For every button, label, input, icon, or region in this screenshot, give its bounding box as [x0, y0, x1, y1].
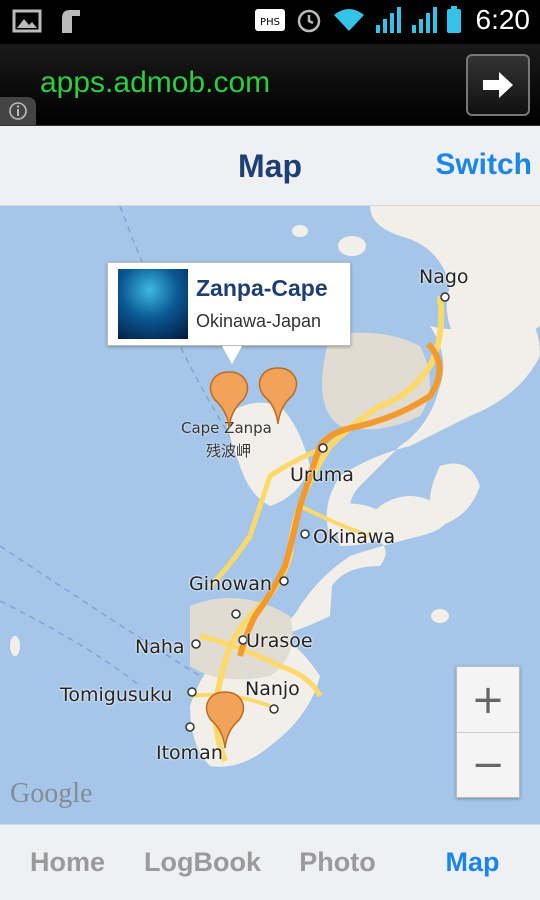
- city-label-nanjo: Nanjo: [245, 678, 300, 700]
- signal-icon: [411, 7, 437, 33]
- city-label-naha: Naha: [135, 636, 185, 658]
- ad-banner[interactable]: apps.admob.com: [0, 44, 540, 126]
- city-label-ginowan: Ginowan: [189, 573, 272, 595]
- gallery-icon: [12, 9, 42, 33]
- city-label-tomigusuku: Tomigusuku: [60, 684, 173, 706]
- map-pin-icon[interactable]: [258, 366, 298, 426]
- phs-label: PHS: [260, 17, 280, 28]
- wifi-icon: [333, 9, 364, 31]
- tab-home[interactable]: Home: [0, 825, 135, 900]
- header-bar: Map Switch: [0, 126, 540, 206]
- tab-photo[interactable]: Photo: [270, 825, 405, 900]
- map-pin-icon[interactable]: [209, 370, 249, 430]
- zoom-controls: + −: [456, 666, 520, 798]
- zoom-in-button[interactable]: +: [457, 667, 519, 732]
- poi-label-cape-zanpa-jp: 残波岬: [206, 442, 252, 460]
- map-view[interactable]: Nago Uruma Okinawa Ginowan Naha Urasoe T…: [0, 206, 540, 824]
- switch-button[interactable]: Switch: [435, 148, 532, 182]
- info-icon[interactable]: [0, 97, 36, 125]
- tab-map[interactable]: Map: [405, 825, 540, 900]
- tab-logbook[interactable]: LogBook: [135, 825, 270, 900]
- city-label-urasoe: Urasoe: [246, 630, 313, 652]
- google-logo: Google: [10, 778, 93, 809]
- usb-icon: [62, 10, 80, 33]
- bubble-tail: [222, 346, 242, 364]
- status-bar: PHS 6:20: [0, 0, 540, 44]
- alarm-icon: [297, 9, 320, 33]
- map-pin-icon[interactable]: [205, 690, 245, 750]
- bubble-title: Zanpa-Cape: [196, 275, 328, 301]
- status-time: 6:20: [475, 4, 531, 35]
- city-label-uruma: Uruma: [290, 464, 354, 486]
- dive-photo-thumbnail: [118, 269, 188, 339]
- bubble-subtitle: Okinawa-Japan: [196, 311, 322, 331]
- zoom-out-button[interactable]: −: [457, 732, 519, 797]
- battery-icon: [446, 6, 461, 33]
- phs-icon: PHS: [254, 9, 285, 31]
- ad-text[interactable]: apps.admob.com: [40, 66, 270, 100]
- map-info-bubble[interactable]: Zanpa-Cape Okinawa-Japan: [107, 262, 351, 364]
- city-label-nago: Nago: [419, 266, 469, 288]
- arrow-right-icon: [483, 72, 513, 98]
- city-label-okinawa: Okinawa: [313, 526, 396, 548]
- signal-icon: [375, 7, 401, 33]
- ad-open-button[interactable]: [466, 54, 530, 116]
- tab-bar: Home LogBook Photo Map: [0, 824, 540, 900]
